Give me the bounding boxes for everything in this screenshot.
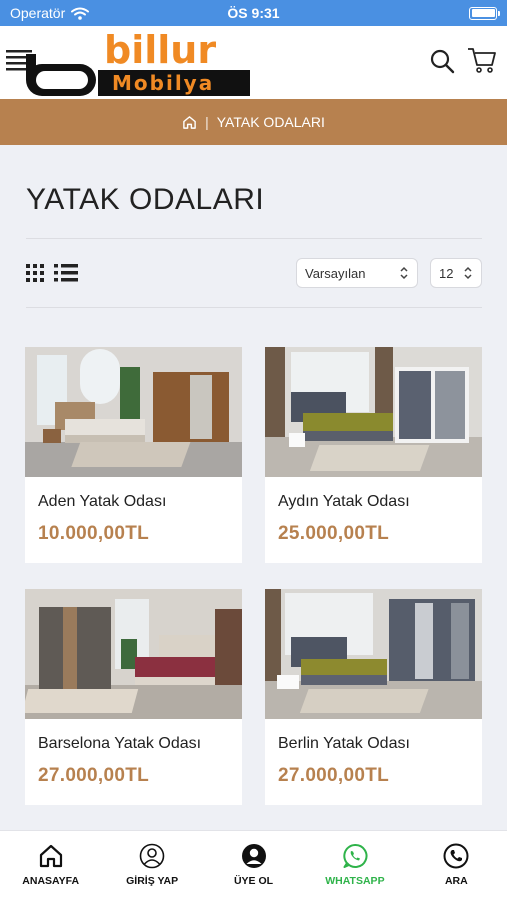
product-price: 27.000,00TL xyxy=(38,765,150,786)
page-title: YATAK ODALARI xyxy=(26,183,265,216)
product-image[interactable] xyxy=(265,589,482,719)
home-icon xyxy=(39,844,62,868)
breadcrumb: | YATAK ODALARI xyxy=(0,99,507,145)
cart-icon[interactable] xyxy=(467,46,497,74)
logo-bottom-text: Mobilya xyxy=(112,71,214,95)
nav-item-whatsapp[interactable]: WHATSAPP xyxy=(304,831,405,900)
product-image[interactable] xyxy=(25,347,242,477)
sort-select[interactable]: Varsayılan xyxy=(296,258,418,288)
nav-item-login[interactable]: GİRİŞ YAP xyxy=(101,831,202,900)
user-outline-icon xyxy=(139,843,165,869)
nav-item-call[interactable]: ARA xyxy=(406,831,507,900)
product-card[interactable]: Aydın Yatak Odası 25.000,00TL xyxy=(265,347,482,563)
product-name[interactable]: Barselona Yatak Odası xyxy=(38,735,201,753)
product-name[interactable]: Aden Yatak Odası xyxy=(38,493,166,511)
logo-top-text: billur xyxy=(104,28,216,72)
list-view-icon[interactable] xyxy=(54,264,78,282)
product-price: 10.000,00TL xyxy=(38,523,150,544)
billur-mobilya-logo[interactable]: billur Mobilya xyxy=(24,28,254,98)
updown-chevron-icon xyxy=(400,266,408,280)
product-price: 25.000,00TL xyxy=(278,523,390,544)
whatsapp-icon xyxy=(343,843,368,868)
battery-icon xyxy=(469,6,500,20)
breadcrumb-current: YATAK ODALARI xyxy=(216,114,325,130)
grid-view-icon[interactable] xyxy=(26,264,44,282)
updown-chevron-icon xyxy=(464,266,472,280)
product-image[interactable] xyxy=(25,589,242,719)
user-filled-icon xyxy=(241,844,266,868)
nav-label: WHATSAPP xyxy=(325,875,385,887)
product-image[interactable] xyxy=(265,347,482,477)
nav-label: ARA xyxy=(444,875,468,887)
home-icon[interactable] xyxy=(182,115,197,130)
status-left: Operatör xyxy=(10,5,90,21)
header: billur Mobilya xyxy=(0,26,507,99)
product-name[interactable]: Berlin Yatak Odası xyxy=(278,735,410,753)
nav-label: ANASAYFA xyxy=(22,875,80,887)
carrier-label: Operatör xyxy=(10,5,66,21)
nav-item-register[interactable]: ÜYE OL xyxy=(203,831,304,900)
nav-item-home[interactable]: ANASAYFA xyxy=(0,831,101,900)
wifi-icon xyxy=(71,7,90,20)
phone-icon xyxy=(443,843,469,869)
search-icon[interactable] xyxy=(429,48,455,74)
product-card[interactable]: Barselona Yatak Odası 27.000,00TL xyxy=(25,589,242,805)
product-name[interactable]: Aydın Yatak Odası xyxy=(278,493,410,511)
nav-label: GİRİŞ YAP xyxy=(126,875,179,887)
product-card[interactable]: Aden Yatak Odası 10.000,00TL xyxy=(25,347,242,563)
bottom-nav: ANASAYFA GİRİŞ YAP ÜYE OL WHATSAPP ARA xyxy=(0,830,507,900)
per-page-select-value: 12 xyxy=(439,265,454,281)
sort-select-value: Varsayılan xyxy=(305,265,366,281)
breadcrumb-separator: | xyxy=(205,114,209,130)
per-page-select[interactable]: 12 xyxy=(430,258,482,288)
nav-label: ÜYE OL xyxy=(233,875,274,887)
status-bar: Operatör ÖS 9:31 xyxy=(0,0,507,26)
product-card[interactable]: Berlin Yatak Odası 27.000,00TL xyxy=(265,589,482,805)
divider xyxy=(26,307,482,308)
product-price: 27.000,00TL xyxy=(278,765,390,786)
divider xyxy=(26,238,482,239)
